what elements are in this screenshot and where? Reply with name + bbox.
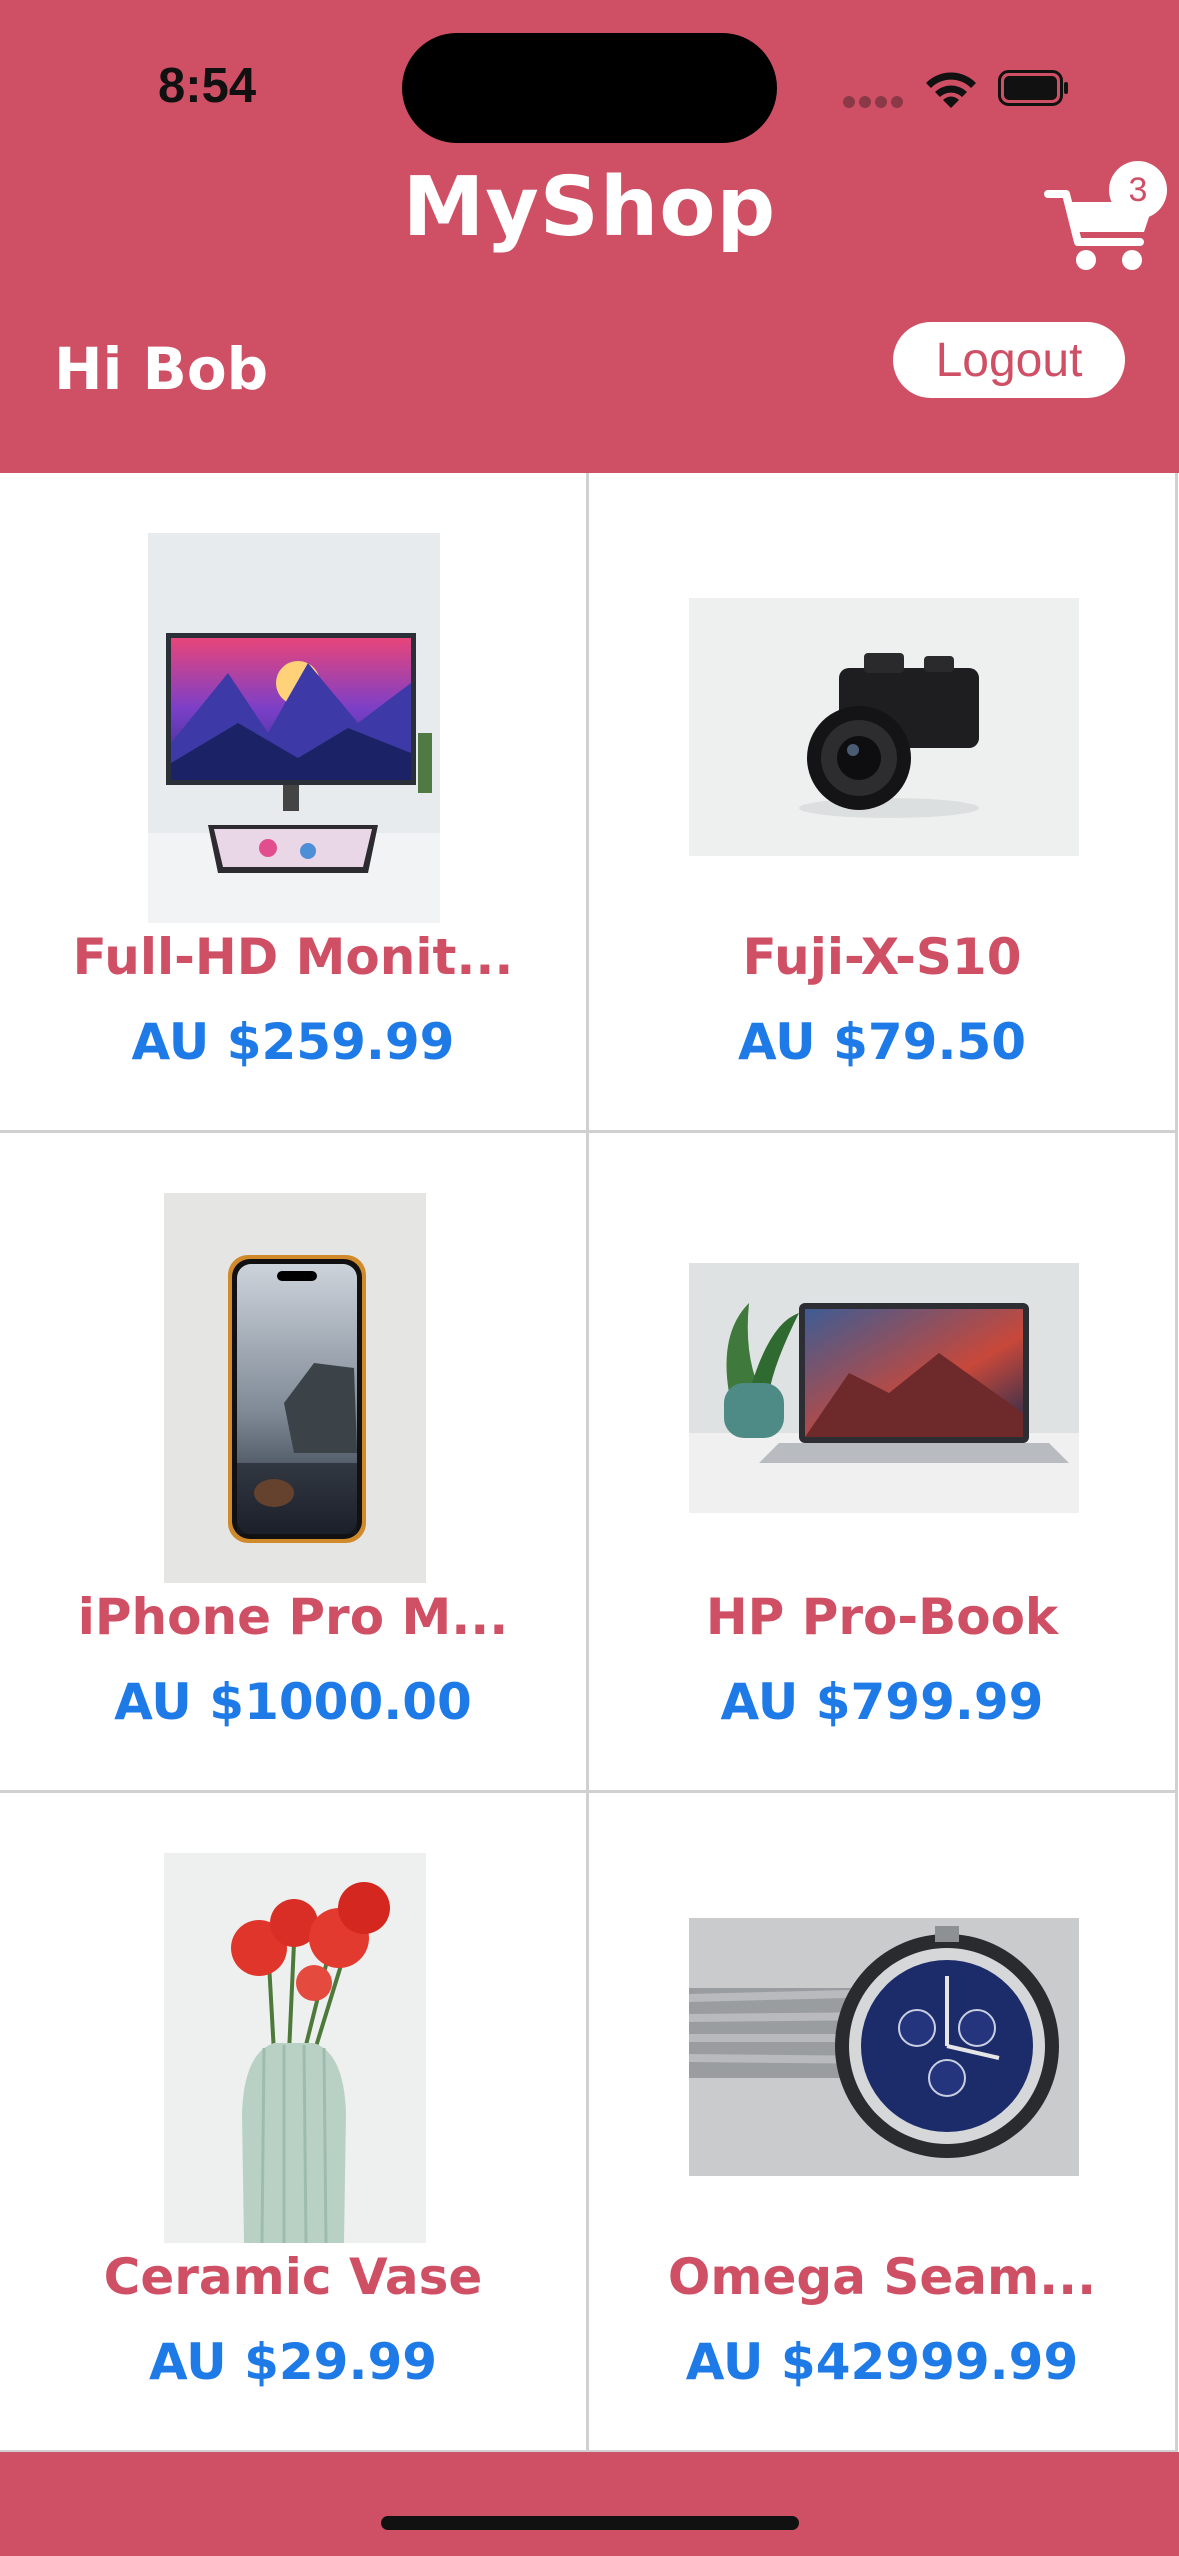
product-card[interactable]: HP Pro-Book AU $799.99 bbox=[589, 1133, 1178, 1793]
product-name: Omega Seam... bbox=[667, 2248, 1097, 2306]
product-name: Fuji-X-S10 bbox=[742, 928, 1022, 986]
wifi-icon bbox=[926, 72, 976, 108]
product-image-phone bbox=[164, 1193, 426, 1583]
app-title: MyShop bbox=[402, 160, 777, 255]
logout-button[interactable]: Logout bbox=[893, 322, 1125, 398]
product-price: AU $42999.99 bbox=[685, 2333, 1079, 2391]
product-grid: Full-HD Monit... AU $259.99 Fuji-X-S10 A… bbox=[0, 473, 1179, 2453]
product-image-monitor bbox=[148, 533, 440, 923]
product-image-camera bbox=[689, 598, 1079, 856]
dynamic-island bbox=[402, 33, 777, 143]
product-price: AU $259.99 bbox=[131, 1013, 455, 1071]
product-name: HP Pro-Book bbox=[705, 1588, 1059, 1646]
product-name: iPhone Pro M... bbox=[77, 1588, 509, 1646]
product-price: AU $1000.00 bbox=[114, 1673, 472, 1731]
product-card[interactable]: Full-HD Monit... AU $259.99 bbox=[0, 473, 589, 1133]
battery-icon bbox=[998, 70, 1068, 106]
product-image-watch bbox=[689, 1918, 1079, 2176]
cart-count-badge: 3 bbox=[1109, 161, 1167, 219]
product-price: AU $799.99 bbox=[720, 1673, 1044, 1731]
product-price: AU $29.99 bbox=[148, 2333, 438, 2391]
home-indicator[interactable] bbox=[381, 2516, 799, 2530]
app-header: 8:54 MyShop 3 Hi Bob Logout bbox=[0, 0, 1179, 473]
product-image-laptop bbox=[689, 1263, 1079, 1513]
product-card[interactable]: Fuji-X-S10 AU $79.50 bbox=[589, 473, 1178, 1133]
status-time: 8:54 bbox=[158, 59, 257, 113]
product-name: Full-HD Monit... bbox=[72, 928, 514, 986]
product-name: Ceramic Vase bbox=[103, 2248, 483, 2306]
product-card[interactable]: Omega Seam... AU $42999.99 bbox=[589, 1793, 1178, 2453]
product-price: AU $79.50 bbox=[737, 1013, 1027, 1071]
signal-icon bbox=[843, 93, 907, 108]
product-card[interactable]: Ceramic Vase AU $29.99 bbox=[0, 1793, 589, 2453]
product-image-vase bbox=[164, 1853, 426, 2243]
product-card[interactable]: iPhone Pro M... AU $1000.00 bbox=[0, 1133, 589, 1793]
status-icons bbox=[843, 64, 1083, 112]
bottom-bar bbox=[0, 2452, 1179, 2556]
greeting-text: Hi Bob bbox=[54, 335, 269, 403]
